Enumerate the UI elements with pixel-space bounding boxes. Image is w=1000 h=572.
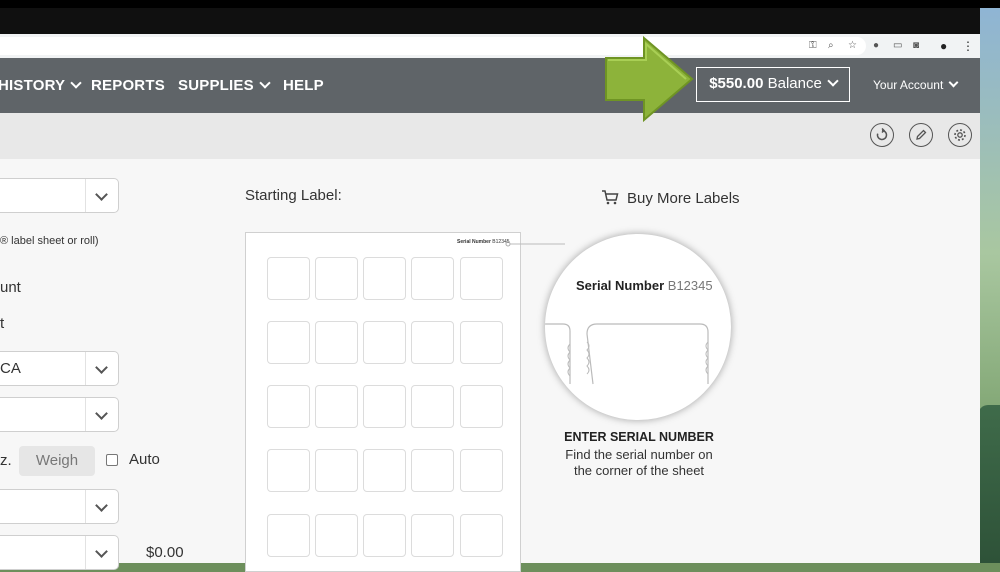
bookmark-star-icon[interactable]: ☆ [848,38,857,54]
pencil-icon [916,129,927,140]
row-label-2: t [0,315,5,332]
main-content: ® label sheet or roll) unt t CA z. Weigh… [0,159,980,572]
weight-unit-label: z. [0,452,12,469]
label-type-note: ® label sheet or roll) [0,235,99,247]
key-icon[interactable]: ⚿ [809,38,817,54]
profile-icon[interactable]: ● [940,38,947,54]
tiny-serial-number: Serial Number B12345 [457,239,510,245]
settings-button[interactable] [948,123,972,147]
refresh-icon [876,128,888,141]
refresh-button[interactable] [870,123,894,147]
main-navbar: HISTORY REPORTS SUPPLIES HELP $550.00 Ba… [0,58,980,113]
nav-reports[interactable]: REPORTS [91,77,165,94]
chevron-down-icon [85,536,118,569]
magnified-label-edges [545,323,709,385]
label-cell[interactable] [460,385,503,428]
your-account-menu[interactable]: Your Account [873,77,959,92]
label-cell[interactable] [411,514,454,557]
service-select[interactable] [0,489,119,524]
option-select[interactable] [0,397,119,432]
balance-amount: $550.00 [709,75,764,92]
label-sheet: Serial Number B12345 [245,232,521,572]
chevron-down-icon [70,77,82,89]
label-cell[interactable] [267,257,310,300]
green-pointer-arrow-icon [605,35,694,123]
serial-number-magnifier: Serial Number B12345 [545,234,731,420]
label-cell[interactable] [460,449,503,492]
extension-icon[interactable]: ● [873,38,879,54]
starting-label-heading: Starting Label: [245,187,342,204]
row-label-1: unt [0,279,21,296]
gear-icon [954,129,966,141]
browser-toolbar: ⚿ ⌕ ☆ ● ▭ ◙ ● ⋮ [0,34,980,59]
label-cell[interactable] [363,514,406,557]
label-cell[interactable] [315,514,358,557]
browser-window: ⚿ ⌕ ☆ ● ▭ ◙ ● ⋮ HISTORY REPORTS SUPPLIES… [0,8,980,572]
label-cell[interactable] [363,449,406,492]
chevron-down-icon [85,352,118,385]
label-cell[interactable] [460,257,503,300]
camera-icon[interactable]: ◙ [913,38,919,54]
chevron-down-icon [259,77,271,89]
balance-button[interactable]: $550.00 Balance [696,67,850,102]
chevron-down-icon [948,77,959,88]
label-cell[interactable] [411,257,454,300]
label-cell[interactable] [363,385,406,428]
zoom-icon[interactable]: ⌕ [828,38,834,54]
label-cell[interactable] [460,321,503,364]
label-cell[interactable] [411,385,454,428]
auto-checkbox[interactable] [106,454,118,466]
serial-help-line-1: Find the serial number on [565,447,713,462]
buy-more-labels-link[interactable]: Buy More Labels [601,187,740,207]
label-cell[interactable] [460,514,503,557]
browser-tab-strip [0,8,980,34]
label-cell[interactable] [411,321,454,364]
label-cell[interactable] [411,449,454,492]
auto-label: Auto [129,451,160,468]
total-value: $0.00 [146,544,184,561]
label-cell[interactable] [363,321,406,364]
label-cell[interactable] [267,321,310,364]
cast-icon[interactable]: ▭ [893,38,902,54]
state-value: CA [0,360,21,377]
label-cell[interactable] [267,514,310,557]
page-toolbar [0,113,980,159]
insurance-select[interactable] [0,535,119,570]
nav-help[interactable]: HELP [283,77,324,94]
chevron-down-icon [85,490,118,523]
label-cell[interactable] [267,385,310,428]
chevron-down-icon [827,75,839,87]
label-cell[interactable] [267,449,310,492]
label-cell[interactable] [315,321,358,364]
label-cell[interactable] [363,257,406,300]
system-top-bar [0,0,1000,8]
nav-supplies[interactable]: SUPPLIES [178,77,271,94]
state-select[interactable]: CA [0,351,119,386]
nav-history[interactable]: HISTORY [0,77,82,94]
label-cell[interactable] [315,257,358,300]
label-cell[interactable] [315,449,358,492]
address-bar[interactable] [0,37,866,55]
weigh-button[interactable]: Weigh [19,446,95,476]
enter-serial-title: ENTER SERIAL NUMBER [564,430,714,444]
cart-icon [602,190,619,205]
chevron-down-icon [85,179,118,212]
label-type-select[interactable] [0,178,119,213]
chevron-down-icon [85,398,118,431]
desktop-tree [978,405,1000,563]
balance-word: Balance [767,75,822,92]
serial-help-line-2: the corner of the sheet [573,463,705,478]
edit-button[interactable] [909,123,933,147]
label-cell[interactable] [315,385,358,428]
menu-kebab-icon[interactable]: ⋮ [962,38,974,54]
